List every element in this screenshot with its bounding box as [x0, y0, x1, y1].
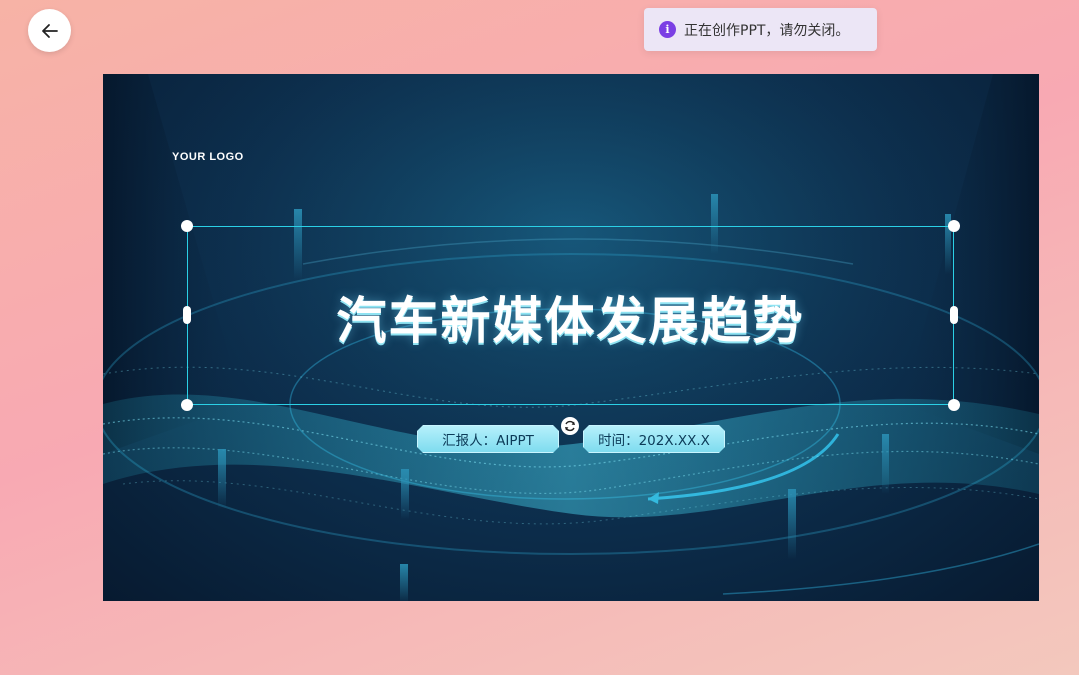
resize-handle-bottom-left[interactable] [181, 399, 193, 411]
resize-handle-top-left[interactable] [181, 220, 193, 232]
arrow-left-icon [41, 23, 58, 38]
info-icon: i [659, 21, 676, 38]
reporter-text: 汇报人：AIPPT [442, 433, 534, 449]
resize-handle-bottom-right[interactable] [948, 399, 960, 411]
resize-handle-top-right[interactable] [948, 220, 960, 232]
toast-message: 正在创作PPT，请勿关闭。 [684, 22, 850, 39]
rotate-handle[interactable] [561, 417, 579, 435]
slide-title[interactable]: 汽车新媒体发展趋势 [187, 281, 954, 353]
time-text: 时间：202X.XX.X [598, 433, 710, 449]
slide-logo: YOUR LOGO [172, 151, 244, 163]
back-button[interactable] [28, 9, 71, 52]
creating-toast: i 正在创作PPT，请勿关闭。 [644, 8, 877, 51]
reporter-label[interactable]: 汇报人：AIPPT [417, 425, 559, 453]
time-label[interactable]: 时间：202X.XX.X [583, 425, 725, 453]
rotate-icon [565, 420, 575, 432]
slide-canvas[interactable]: YOUR LOGO 汽车新媒体发展趋势 汇报人：AIPPT 时间：202X.XX… [103, 74, 1039, 601]
